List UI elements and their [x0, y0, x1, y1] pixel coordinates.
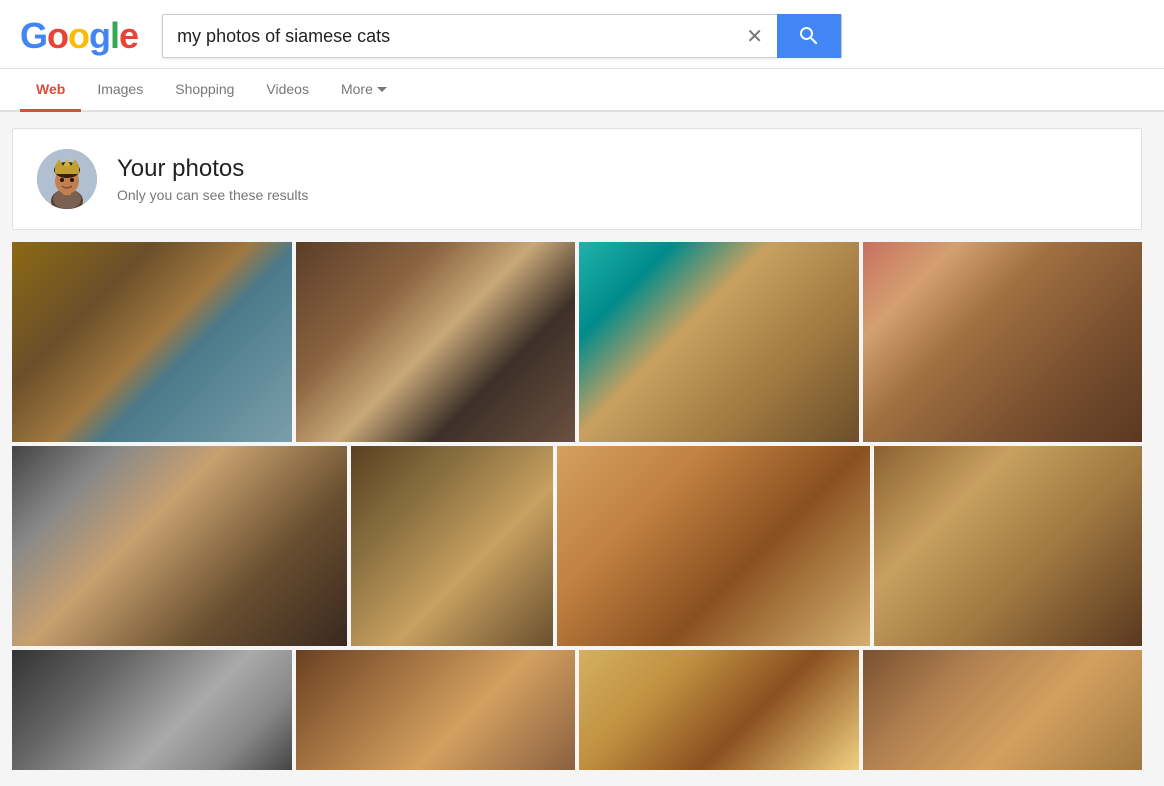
your-photos-info: Your photos Only you can see these resul…: [117, 155, 308, 203]
logo-letter-o2: o: [68, 15, 89, 56]
search-box: ✕: [162, 14, 842, 58]
nav-tabs: Web Images Shopping Videos More: [0, 69, 1164, 112]
search-input[interactable]: [163, 26, 732, 47]
more-label: More: [341, 81, 373, 97]
photo-item[interactable]: [874, 446, 1142, 646]
photo-item[interactable]: [12, 446, 347, 646]
photo-item[interactable]: [12, 650, 292, 770]
search-button[interactable]: [777, 14, 841, 58]
avatar: [37, 149, 97, 209]
main-content: Your photos Only you can see these resul…: [0, 112, 1164, 786]
photo-row-1: [12, 242, 1142, 442]
photo-item[interactable]: [557, 446, 870, 646]
photo-item[interactable]: [296, 242, 576, 442]
close-icon: ✕: [746, 24, 763, 49]
logo-letter-e: e: [119, 15, 138, 56]
user-avatar-image: [37, 149, 97, 209]
tab-videos[interactable]: Videos: [250, 69, 325, 112]
photo-item[interactable]: [296, 650, 576, 770]
tab-images[interactable]: Images: [81, 69, 159, 112]
header: Google ✕: [0, 0, 1164, 69]
photo-row-3: [12, 650, 1142, 770]
photo-grid: [12, 242, 1142, 770]
google-logo[interactable]: Google: [20, 15, 138, 57]
photo-item[interactable]: [12, 242, 292, 442]
chevron-down-icon: [377, 87, 387, 92]
photo-item[interactable]: [863, 650, 1143, 770]
logo-letter-g2: g: [89, 15, 110, 56]
your-photos-title: Your photos: [117, 155, 308, 183]
search-icon: [797, 24, 821, 48]
tab-shopping[interactable]: Shopping: [159, 69, 250, 112]
your-photos-card: Your photos Only you can see these resul…: [12, 128, 1142, 230]
logo-letter-l: l: [110, 15, 119, 56]
tab-more[interactable]: More: [325, 69, 403, 112]
tab-web[interactable]: Web: [20, 69, 81, 112]
photo-item[interactable]: [351, 446, 552, 646]
photo-row-2: [12, 446, 1142, 646]
logo-letter-g: G: [20, 15, 47, 56]
photo-item[interactable]: [579, 242, 859, 442]
photo-item[interactable]: [579, 650, 859, 770]
clear-button[interactable]: ✕: [732, 24, 777, 49]
logo-letter-o1: o: [47, 15, 68, 56]
photo-item[interactable]: [863, 242, 1143, 442]
your-photos-subtitle: Only you can see these results: [117, 187, 308, 203]
